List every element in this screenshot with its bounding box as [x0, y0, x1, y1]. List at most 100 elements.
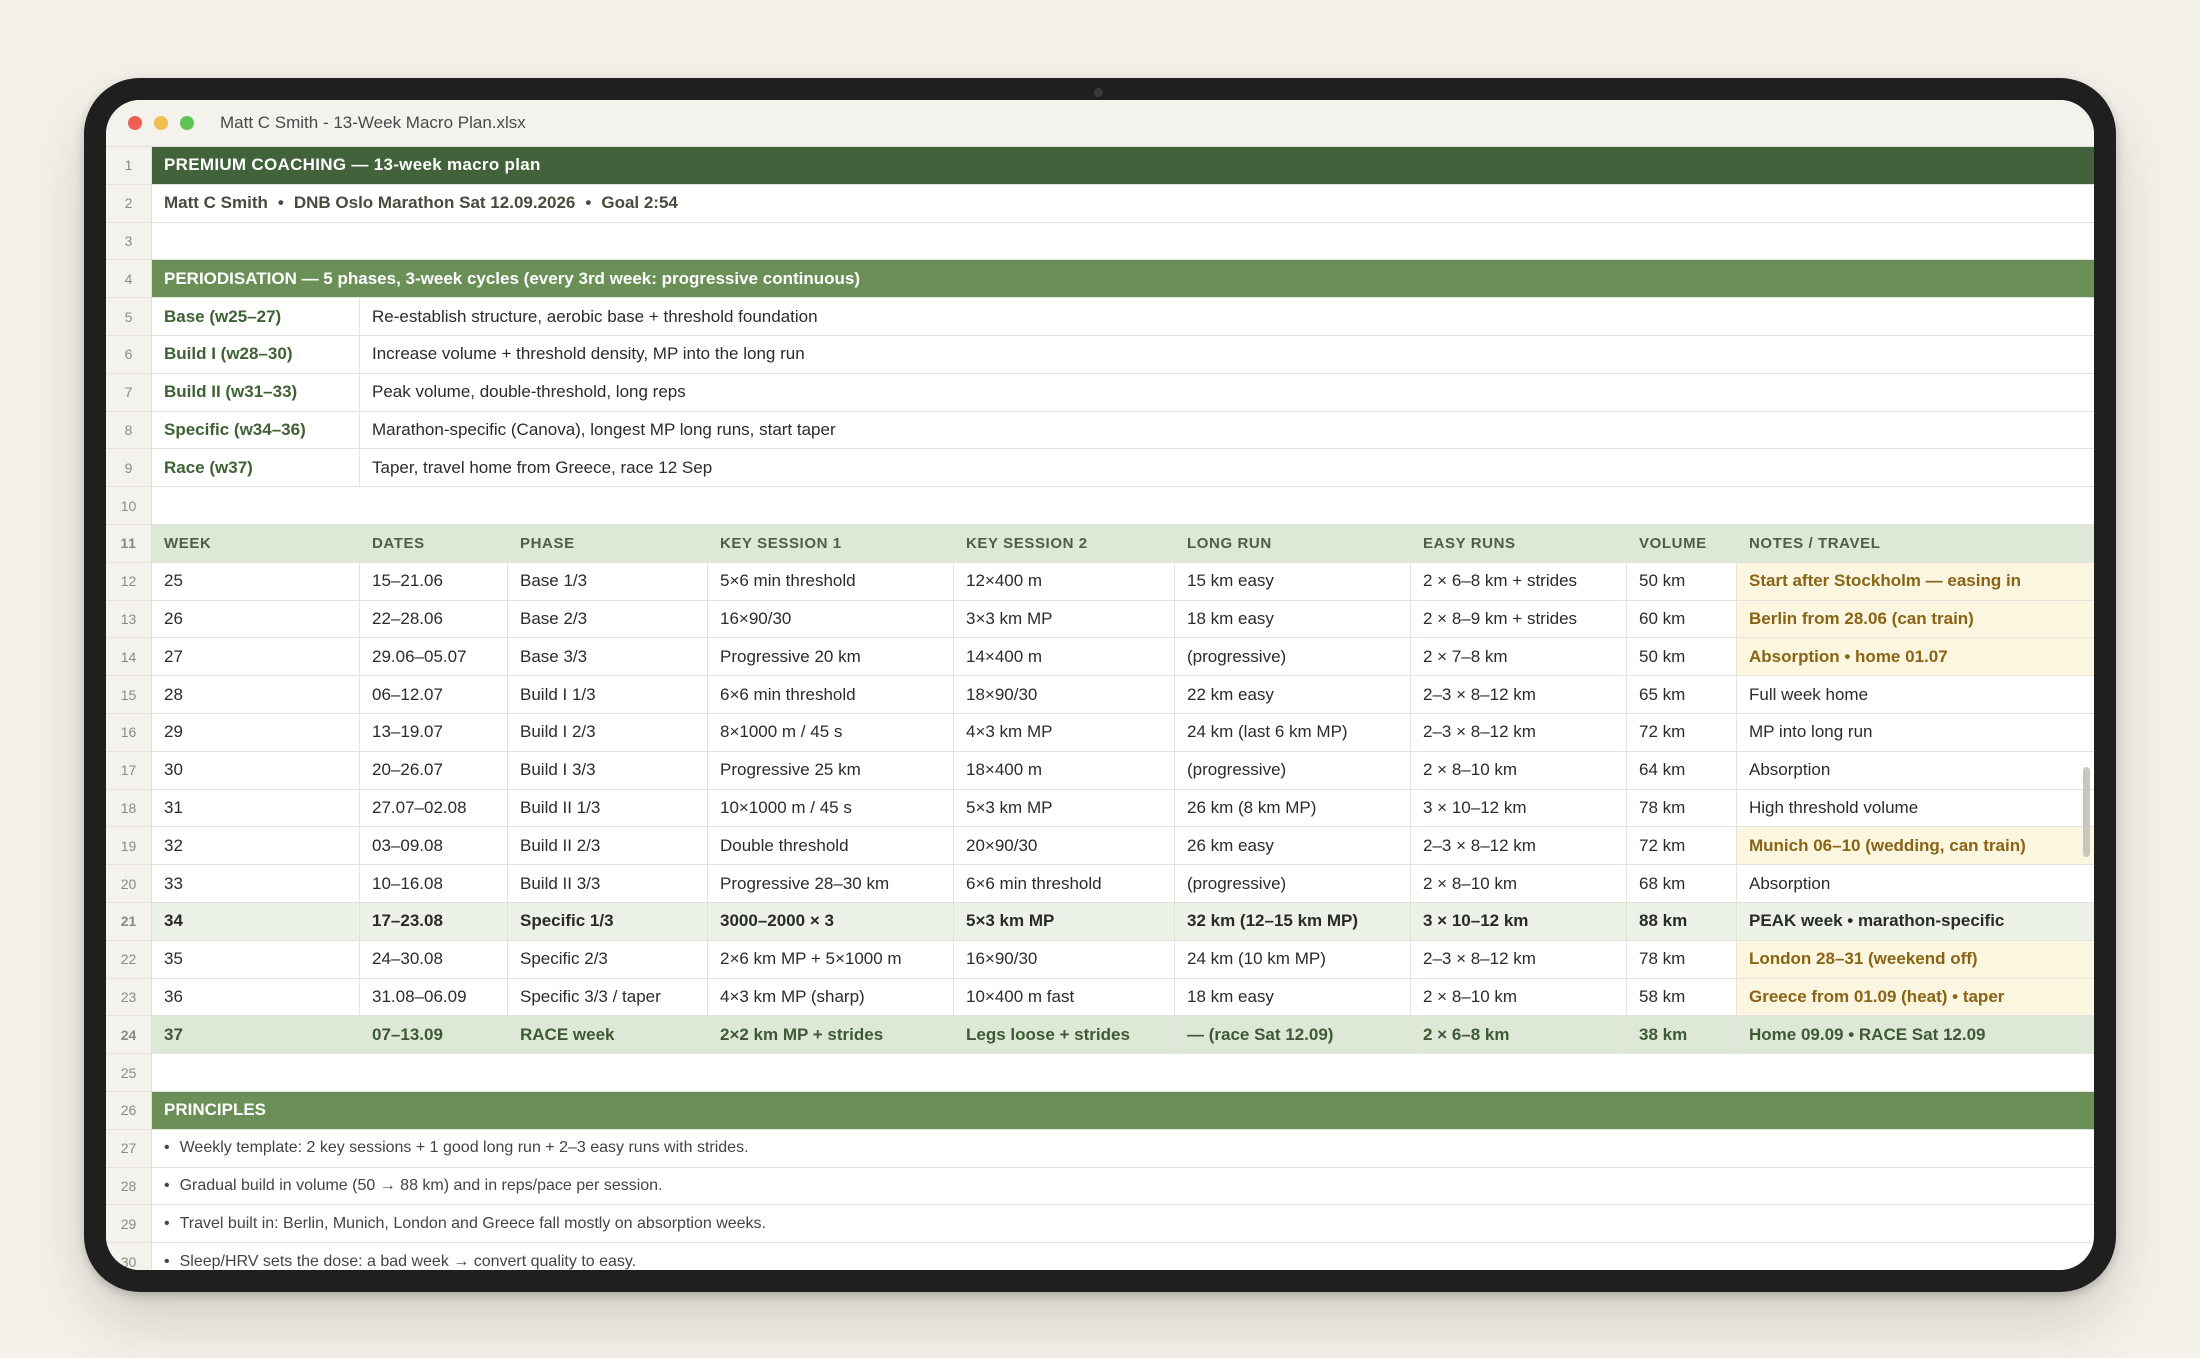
- dates-cell[interactable]: 20–26.07: [360, 751, 508, 789]
- header-easy-runs[interactable]: EASY RUNS: [1411, 525, 1627, 562]
- phase-cell[interactable]: Build I 3/3: [508, 751, 708, 789]
- easy-runs-cell[interactable]: 2 × 6–8 km: [1411, 1016, 1627, 1054]
- long-run-cell[interactable]: 18 km easy: [1175, 978, 1411, 1016]
- notes-cell[interactable]: High threshold volume: [1737, 790, 2094, 827]
- easy-runs-cell[interactable]: 2–3 × 8–12 km: [1411, 713, 1627, 751]
- phase-cell[interactable]: Build I 2/3: [508, 713, 708, 751]
- phase-cell[interactable]: Specific 3/3 / taper: [508, 978, 708, 1016]
- phase-desc-cell[interactable]: Re-establish structure, aerobic base + t…: [360, 298, 2094, 335]
- phase-cell[interactable]: Base 3/3: [508, 638, 708, 676]
- dates-cell[interactable]: 07–13.09: [360, 1016, 508, 1054]
- dates-cell[interactable]: 06–12.07: [360, 676, 508, 713]
- row-number[interactable]: 9: [106, 449, 152, 487]
- easy-runs-cell[interactable]: 2 × 8–10 km: [1411, 978, 1627, 1016]
- phase-cell[interactable]: RACE week: [508, 1016, 708, 1054]
- row-number[interactable]: 27: [106, 1129, 152, 1167]
- dates-cell[interactable]: 27.07–02.08: [360, 789, 508, 827]
- dates-cell[interactable]: 29.06–05.07: [360, 638, 508, 676]
- row-number[interactable]: 10: [106, 487, 152, 524]
- key-session-2-cell[interactable]: 5×3 km MP: [954, 902, 1175, 940]
- easy-runs-cell[interactable]: 3 × 10–12 km: [1411, 902, 1627, 940]
- row-number[interactable]: 29: [106, 1205, 152, 1243]
- phase-cell[interactable]: Specific 1/3: [508, 902, 708, 940]
- volume-cell[interactable]: 78 km: [1627, 789, 1737, 827]
- key-session-1-cell[interactable]: 10×1000 m / 45 s: [708, 789, 954, 827]
- week-cell[interactable]: 32: [152, 827, 360, 865]
- key-session-1-cell[interactable]: Progressive 20 km: [708, 638, 954, 676]
- key-session-1-cell[interactable]: 4×3 km MP (sharp): [708, 978, 954, 1016]
- row-number[interactable]: 24: [106, 1016, 152, 1054]
- key-session-1-cell[interactable]: Progressive 28–30 km: [708, 865, 954, 902]
- row-number[interactable]: 6: [106, 335, 152, 373]
- row-number[interactable]: 30: [106, 1243, 152, 1270]
- key-session-2-cell[interactable]: 6×6 min threshold: [954, 865, 1175, 902]
- volume-cell[interactable]: 50 km: [1627, 638, 1737, 676]
- sheet-title-cell[interactable]: PREMIUM COACHING — 13-week macro plan: [152, 147, 2094, 184]
- row-number[interactable]: 7: [106, 373, 152, 411]
- easy-runs-cell[interactable]: 2–3 × 8–12 km: [1411, 827, 1627, 865]
- volume-cell[interactable]: 68 km: [1627, 865, 1737, 902]
- phase-name-cell[interactable]: Race (w37): [152, 449, 360, 487]
- volume-cell[interactable]: 72 km: [1627, 713, 1737, 751]
- notes-cell[interactable]: Absorption • home 01.07: [1737, 638, 2094, 676]
- easy-runs-cell[interactable]: 2 × 8–9 km + strides: [1411, 600, 1627, 638]
- notes-cell[interactable]: Absorption: [1737, 865, 2094, 902]
- notes-cell[interactable]: MP into long run: [1737, 714, 2094, 751]
- row-number[interactable]: 12: [106, 562, 152, 600]
- phase-desc-cell[interactable]: Increase volume + threshold density, MP …: [360, 336, 2094, 373]
- notes-cell[interactable]: Munich 06–10 (wedding, can train): [1737, 827, 2094, 865]
- dates-cell[interactable]: 03–09.08: [360, 827, 508, 865]
- volume-cell[interactable]: 50 km: [1627, 562, 1737, 600]
- dates-cell[interactable]: 22–28.06: [360, 600, 508, 638]
- notes-cell[interactable]: Full week home: [1737, 676, 2094, 713]
- key-session-1-cell[interactable]: 8×1000 m / 45 s: [708, 713, 954, 751]
- row-number[interactable]: 20: [106, 865, 152, 902]
- key-session-1-cell[interactable]: Progressive 25 km: [708, 751, 954, 789]
- week-cell[interactable]: 30: [152, 751, 360, 789]
- principle-cell[interactable]: • Travel built in: Berlin, Munich, London…: [152, 1205, 2094, 1242]
- key-session-2-cell[interactable]: 14×400 m: [954, 638, 1175, 676]
- phase-desc-cell[interactable]: Peak volume, double-threshold, long reps: [360, 374, 2094, 411]
- week-cell[interactable]: 26: [152, 600, 360, 638]
- minimize-window-button[interactable]: [154, 116, 168, 130]
- key-session-2-cell[interactable]: 16×90/30: [954, 940, 1175, 978]
- key-session-1-cell[interactable]: 6×6 min threshold: [708, 676, 954, 713]
- dates-cell[interactable]: 17–23.08: [360, 902, 508, 940]
- key-session-2-cell[interactable]: 18×90/30: [954, 676, 1175, 713]
- key-session-1-cell[interactable]: 16×90/30: [708, 600, 954, 638]
- row-number[interactable]: 5: [106, 298, 152, 335]
- key-session-2-cell[interactable]: 4×3 km MP: [954, 713, 1175, 751]
- phase-name-cell[interactable]: Build II (w31–33): [152, 373, 360, 411]
- notes-cell[interactable]: Greece from 01.09 (heat) • taper: [1737, 978, 2094, 1016]
- row-number[interactable]: 3: [106, 222, 152, 260]
- empty-cell[interactable]: [152, 487, 2094, 524]
- phase-name-cell[interactable]: Build I (w28–30): [152, 335, 360, 373]
- week-cell[interactable]: 33: [152, 865, 360, 902]
- week-cell[interactable]: 36: [152, 978, 360, 1016]
- header-key-session-1[interactable]: KEY SESSION 1: [708, 525, 954, 562]
- subtitle-cell[interactable]: Matt C Smith • DNB Oslo Marathon Sat 12.…: [152, 185, 2094, 222]
- header-dates[interactable]: DATES: [360, 525, 508, 562]
- volume-cell[interactable]: 64 km: [1627, 751, 1737, 789]
- key-session-1-cell[interactable]: 2×6 km MP + 5×1000 m: [708, 940, 954, 978]
- notes-cell[interactable]: Start after Stockholm — easing in: [1737, 562, 2094, 600]
- long-run-cell[interactable]: 22 km easy: [1175, 676, 1411, 713]
- row-number[interactable]: 13: [106, 600, 152, 638]
- week-cell[interactable]: 34: [152, 902, 360, 940]
- row-number[interactable]: 15: [106, 676, 152, 713]
- phase-cell[interactable]: Base 1/3: [508, 562, 708, 600]
- key-session-1-cell[interactable]: Double threshold: [708, 827, 954, 865]
- dates-cell[interactable]: 10–16.08: [360, 865, 508, 902]
- volume-cell[interactable]: 72 km: [1627, 827, 1737, 865]
- principles-header-cell[interactable]: PRINCIPLES: [152, 1091, 2094, 1129]
- phase-desc-cell[interactable]: Marathon-specific (Canova), longest MP l…: [360, 412, 2094, 449]
- phase-cell[interactable]: Specific 2/3: [508, 940, 708, 978]
- week-cell[interactable]: 25: [152, 562, 360, 600]
- row-number[interactable]: 4: [106, 260, 152, 298]
- empty-cell[interactable]: [152, 1054, 2094, 1091]
- easy-runs-cell[interactable]: 2 × 8–10 km: [1411, 751, 1627, 789]
- easy-runs-cell[interactable]: 3 × 10–12 km: [1411, 789, 1627, 827]
- volume-cell[interactable]: 60 km: [1627, 600, 1737, 638]
- header-volume[interactable]: VOLUME: [1627, 525, 1737, 562]
- phase-name-cell[interactable]: Base (w25–27): [152, 298, 360, 335]
